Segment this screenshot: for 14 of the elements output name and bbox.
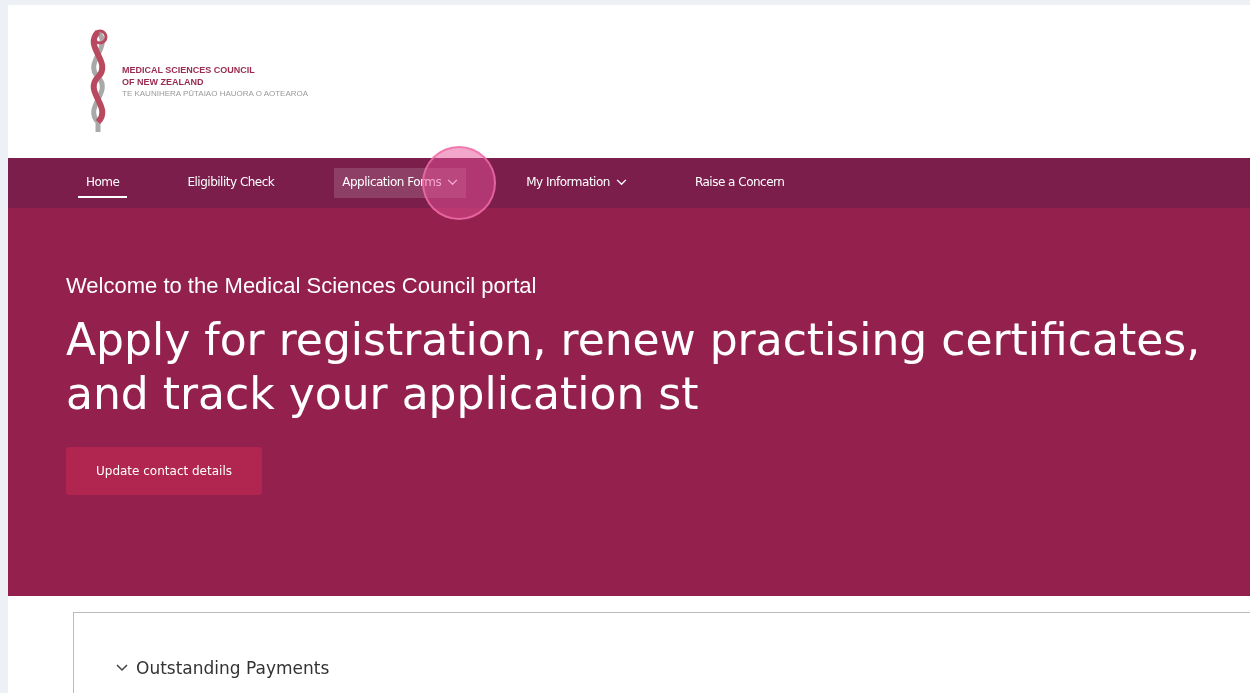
logo-tagline: TE KAUNIHERA PŪTAIAO HAUORA O AOTEAROA bbox=[122, 88, 309, 99]
nav-item[interactable]: My Information bbox=[518, 168, 635, 198]
chevron-down-icon bbox=[447, 178, 459, 186]
hero-subtitle: Welcome to the Medical Sciences Council portal bbox=[66, 273, 538, 299]
section-header[interactable]: Outstanding Payments bbox=[116, 658, 1250, 678]
nav-item[interactable]: Raise a Concern bbox=[686, 168, 793, 198]
logo-name: OF NEW ZEALAND bbox=[122, 76, 205, 88]
nav-item[interactable]: Eligibility Check bbox=[179, 168, 283, 198]
chevron-down-icon bbox=[615, 178, 627, 186]
update-contact-button[interactable]: Update contact details bbox=[66, 447, 262, 495]
logo-name: MEDICAL SCIENCES COUNCIL bbox=[122, 64, 256, 76]
nav-item[interactable]: Home bbox=[78, 168, 128, 198]
hero-title: Apply for registration, renew practising certificates, and track your application st bbox=[66, 313, 1202, 421]
section-title: Outstanding Payments bbox=[136, 658, 330, 678]
